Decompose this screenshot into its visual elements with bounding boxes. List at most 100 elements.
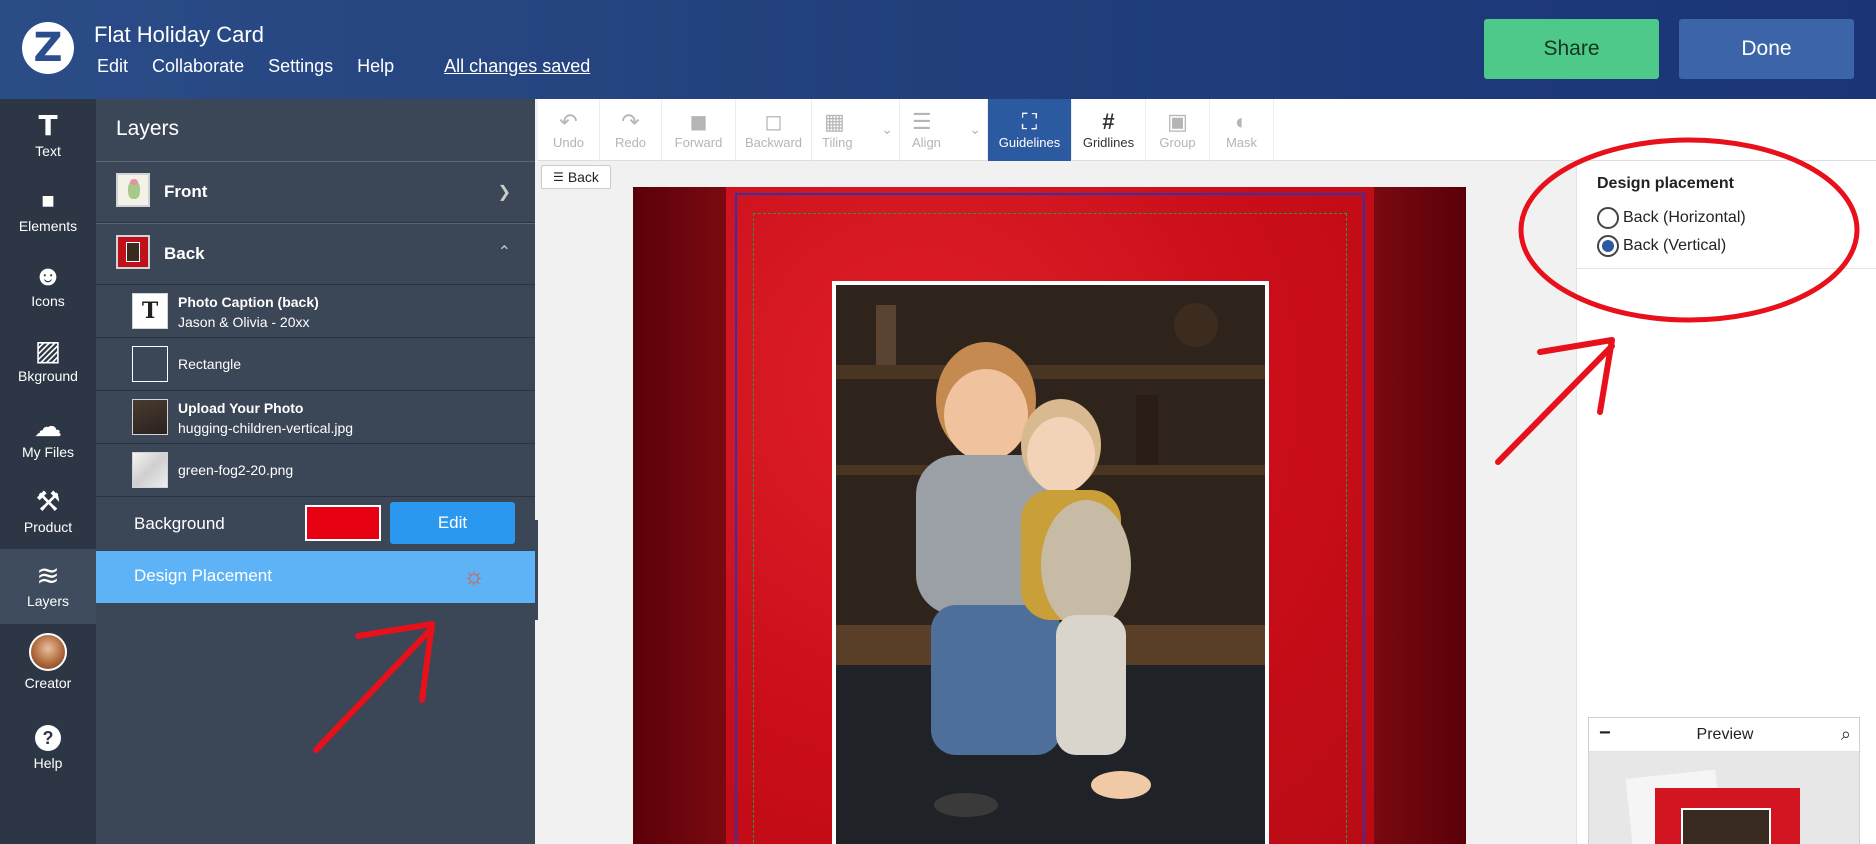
rail-label: My Files xyxy=(21,444,75,460)
design-placement-title: Design placement xyxy=(1597,175,1734,192)
option-label: Back (Vertical) xyxy=(1623,237,1727,254)
bring-forward-icon: ◼ xyxy=(689,109,708,134)
text-layer-icon: T xyxy=(132,293,168,329)
rail-creator[interactable]: Creator xyxy=(0,629,96,709)
background-label: Background xyxy=(134,514,225,533)
align-dropdown[interactable]: ☰ Align ⌄ xyxy=(900,99,988,161)
menu-help[interactable]: Help xyxy=(357,56,394,77)
layer-subtitle: Rectangle xyxy=(178,356,242,372)
rail-icons[interactable]: ☻ Icons xyxy=(0,249,96,321)
layer-subtitle: Jason & Olivia - 20xx xyxy=(178,314,310,330)
editor-toolbar: ↶ Undo ↷ Redo ◼ Forward ◻ Backward ▦ Til… xyxy=(538,99,1876,161)
guidelines-toggle[interactable]: ⛶ Guidelines xyxy=(988,99,1072,161)
preview-header: − Preview ⌕ xyxy=(1589,718,1861,752)
menu-edit[interactable]: Edit xyxy=(97,56,128,77)
gear-icon[interactable]: ☼ xyxy=(463,563,485,591)
radio-horizontal[interactable] xyxy=(1597,207,1619,229)
creator-avatar xyxy=(29,633,67,671)
rail-background[interactable]: ▨ Bkground xyxy=(0,324,96,396)
product-tools-icon: ⚒ xyxy=(35,486,61,517)
chevron-down-icon[interactable]: ❯ xyxy=(498,182,511,202)
forward-button[interactable]: ◼ Forward xyxy=(662,99,736,161)
divider xyxy=(1577,268,1876,269)
undo-icon: ↶ xyxy=(559,109,578,134)
document-title[interactable]: Flat Holiday Card xyxy=(94,22,264,48)
backward-button[interactable]: ◻ Backward xyxy=(736,99,812,161)
done-button[interactable]: Done xyxy=(1679,19,1854,79)
layer-group-front[interactable]: Front ❯ xyxy=(96,161,535,223)
redo-icon: ↷ xyxy=(621,109,640,134)
zoom-search-icon[interactable]: ⌕ xyxy=(1841,724,1851,745)
design-canvas[interactable]: ☰ Back xyxy=(538,161,1576,844)
rail-layers[interactable]: ≋ Layers xyxy=(0,549,96,624)
chevron-up-icon[interactable]: ⌃ xyxy=(498,242,511,262)
design-placement-row[interactable]: Design Placement ☼ xyxy=(96,551,535,603)
back-side-label: Back xyxy=(567,169,599,185)
placement-option-vertical[interactable]: Back (Vertical) xyxy=(1597,235,1726,257)
rail-help[interactable]: ? Help xyxy=(0,711,96,783)
preview-title: Preview xyxy=(1696,726,1754,743)
tool-label: Redo xyxy=(614,135,647,150)
tool-label: Forward xyxy=(674,135,723,150)
save-status-link[interactable]: All changes saved xyxy=(444,56,590,77)
tool-label: Group xyxy=(1159,135,1196,150)
app-header: Z Flat Holiday Card Edit Collaborate Set… xyxy=(0,0,1876,99)
help-icon: ? xyxy=(0,721,96,755)
elements-icon: ■ xyxy=(41,188,55,213)
menu-collaborate[interactable]: Collaborate xyxy=(152,56,244,77)
rail-my-files[interactable]: ☁ My Files xyxy=(0,400,96,472)
rail-label: Creator xyxy=(24,675,72,691)
background-edit-button[interactable]: Edit xyxy=(390,502,515,544)
children-photo-illustration xyxy=(836,285,1265,844)
back-label: Back xyxy=(164,244,205,263)
smiley-icon: ☻ xyxy=(33,260,63,291)
mask-button[interactable]: ◐ Mask xyxy=(1210,99,1274,161)
undo-button[interactable]: ↶ Undo xyxy=(538,99,600,161)
send-backward-icon: ◻ xyxy=(764,109,783,134)
preview-card-photo xyxy=(1681,808,1771,844)
layer-title: Photo Caption (back) xyxy=(178,294,319,310)
background-row: Background Edit xyxy=(96,497,535,551)
chevron-down-icon: ⌄ xyxy=(881,121,893,137)
tool-label: Mask xyxy=(1225,135,1258,150)
tool-label: Backward xyxy=(744,135,803,150)
redo-button[interactable]: ↷ Redo xyxy=(600,99,662,161)
layer-subtitle: green-fog2-20.png xyxy=(178,462,294,478)
rail-text[interactable]: T Text xyxy=(0,99,96,171)
radio-vertical[interactable] xyxy=(1597,235,1619,257)
tiling-dropdown[interactable]: ▦ Tiling ⌄ xyxy=(812,99,900,161)
rectangle-layer-icon xyxy=(132,346,168,382)
tool-label: Guidelines xyxy=(998,135,1061,150)
rail-label: Icons xyxy=(31,293,65,309)
group-button[interactable]: ▣ Group xyxy=(1146,99,1210,161)
layer-item-upload-photo[interactable]: Upload Your Photo hugging-children-verti… xyxy=(96,391,535,444)
tool-label: Tiling xyxy=(822,135,853,150)
option-label: Back (Horizontal) xyxy=(1623,209,1746,226)
tool-label: Gridlines xyxy=(1082,135,1135,150)
rail-label: Bkground xyxy=(18,368,78,384)
rail-label: Help xyxy=(33,755,63,771)
uploaded-photo[interactable] xyxy=(836,285,1265,844)
gridlines-toggle[interactable]: # Gridlines xyxy=(1072,99,1146,161)
app-logo-icon[interactable]: Z xyxy=(22,22,74,74)
layer-item-photo-caption[interactable]: T Photo Caption (back) Jason & Olivia - … xyxy=(96,285,535,338)
rail-elements[interactable]: ■ Elements xyxy=(0,174,96,246)
rail-product[interactable]: ⚒ Product xyxy=(0,475,96,547)
back-side-button[interactable]: ☰ Back xyxy=(541,165,611,189)
mask-icon: ◐ xyxy=(1234,109,1249,134)
front-thumbnail xyxy=(116,173,150,207)
photo-frame[interactable] xyxy=(832,281,1269,844)
placement-option-horizontal[interactable]: Back (Horizontal) xyxy=(1597,207,1746,229)
layer-group-back[interactable]: Back ⌃ xyxy=(96,223,535,285)
background-color-swatch[interactable] xyxy=(305,505,381,541)
tool-label: Align xyxy=(912,135,941,150)
rail-label: Elements xyxy=(18,218,78,234)
share-button[interactable]: Share xyxy=(1484,19,1659,79)
layer-item-rectangle[interactable]: Rectangle xyxy=(96,338,535,391)
menu-settings[interactable]: Settings xyxy=(268,56,333,77)
layers-panel: Layers Front ❯ Back ⌃ T Photo Caption (b… xyxy=(96,99,535,844)
preview-image[interactable] xyxy=(1589,752,1859,844)
layer-item-green-fog[interactable]: green-fog2-20.png xyxy=(96,444,535,497)
rail-label: Product xyxy=(23,519,73,535)
photo-layer-thumbnail xyxy=(132,399,168,435)
